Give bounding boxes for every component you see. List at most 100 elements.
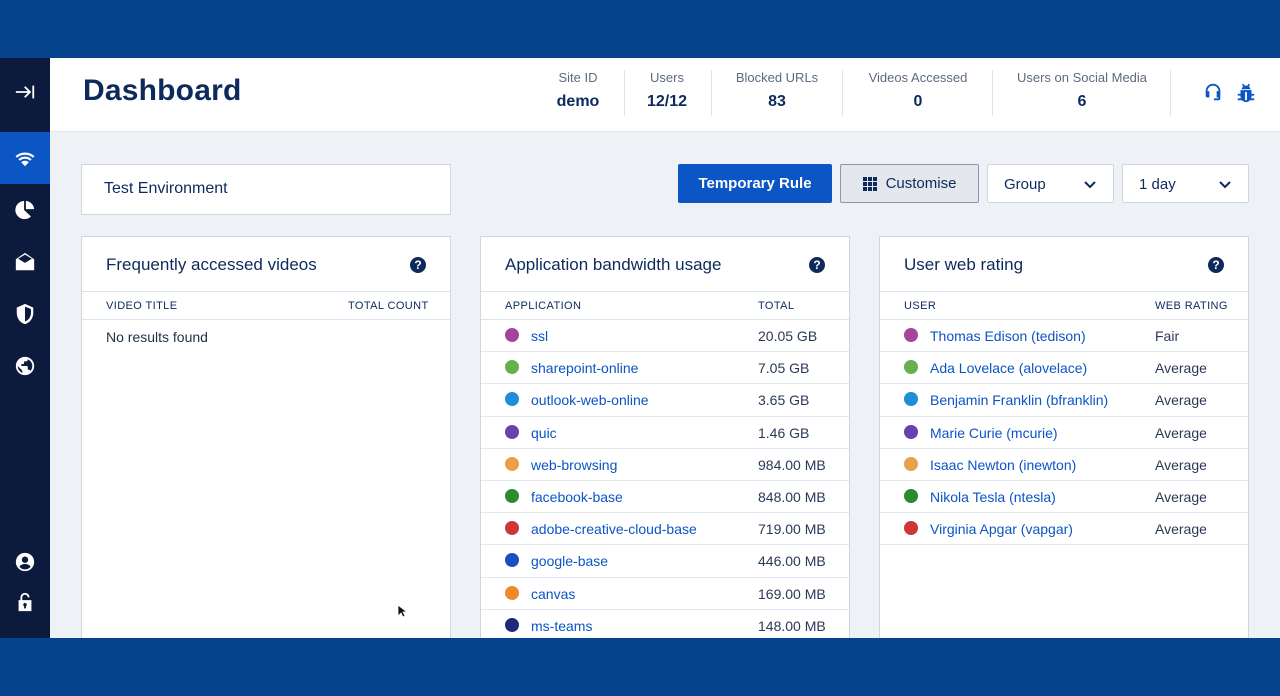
help-icon[interactable]: ? (809, 257, 825, 273)
sidebar-item-network[interactable] (0, 132, 50, 184)
web-rating-value: Average (1155, 521, 1207, 538)
series-dot (505, 617, 519, 632)
bandwidth-total: 446.00 MB (758, 553, 826, 570)
user-link[interactable]: Ada Lovelace (alovelace) (930, 360, 1087, 376)
stat-divider (711, 70, 712, 116)
application-link[interactable]: google-base (531, 553, 608, 569)
bandwidth-total: 7.05 GB (758, 360, 810, 377)
bandwidth-total: 1.46 GB (758, 424, 810, 441)
column-header-application[interactable]: APPLICATION (505, 300, 581, 312)
column-header-web-rating[interactable]: WEB RATING (1155, 300, 1228, 312)
bandwidth-total: 984.00 MB (758, 456, 826, 473)
bug-icon (1237, 83, 1255, 103)
sidebar-item-mail[interactable] (0, 236, 50, 288)
sidebar-item-reports[interactable] (0, 184, 50, 236)
temporary-rule-button[interactable]: Temporary Rule (678, 164, 832, 203)
series-dot (505, 424, 519, 439)
user-link[interactable]: Isaac Newton (inewton) (930, 457, 1076, 473)
table-row: ms-teams 148.00 MB (481, 610, 849, 638)
shield-icon (16, 303, 34, 325)
series-dot (904, 328, 918, 342)
sidebar-item-security[interactable] (0, 288, 50, 340)
application-link[interactable]: canvas (531, 586, 575, 602)
user-link[interactable]: Benjamin Franklin (bfranklin) (930, 392, 1108, 408)
group-dropdown-label: Group (1004, 176, 1046, 193)
pie-chart-icon (15, 200, 35, 220)
globe-icon (15, 356, 35, 376)
stat-label: Users on Social Media (1016, 70, 1148, 85)
user-link[interactable]: Marie Curie (mcurie) (930, 425, 1058, 441)
sidebar-item-web[interactable] (0, 340, 50, 392)
application-link[interactable]: outlook-web-online (531, 392, 649, 408)
web-rating-value: Average (1155, 424, 1207, 441)
bandwidth-total: 169.00 MB (758, 585, 826, 602)
bandwidth-total: 148.00 MB (758, 617, 826, 634)
user-link[interactable]: Thomas Edison (tedison) (930, 328, 1086, 344)
table-row: Nikola Tesla (ntesla) Average (880, 481, 1248, 514)
application-link[interactable]: adobe-creative-cloud-base (531, 521, 697, 537)
stat-label: Site ID (558, 70, 598, 85)
group-dropdown[interactable]: Group (987, 164, 1114, 203)
stat-videos-accessed: Videos Accessed 0 (856, 58, 980, 132)
page-title: Dashboard (83, 74, 242, 107)
user-link[interactable]: Nikola Tesla (ntesla) (930, 489, 1056, 505)
series-dot (505, 553, 519, 568)
bandwidth-total: 848.00 MB (758, 488, 826, 505)
table-row: google-base 446.00 MB (481, 545, 849, 578)
customise-button[interactable]: Customise (840, 164, 979, 203)
grid-icon (862, 176, 877, 191)
app-window: Dashboard Site ID demo Users 12/12 Block… (0, 58, 1280, 638)
web-rating-value: Average (1155, 392, 1207, 409)
bandwidth-total: 3.65 GB (758, 392, 810, 409)
table-row: Virginia Apgar (vapgar) Average (880, 513, 1248, 546)
table-header: APPLICATION TOTAL (481, 291, 849, 320)
table-row: Thomas Edison (tedison) Fair (880, 320, 1248, 353)
table-row: facebook-base 848.00 MB (481, 481, 849, 514)
stat-users: Users 12/12 (632, 58, 702, 132)
support-button[interactable] (1201, 80, 1225, 104)
web-rating-value: Average (1155, 488, 1207, 505)
series-dot (904, 488, 918, 503)
stat-value: demo (556, 93, 600, 110)
environment-selector[interactable]: Test Environment (81, 164, 451, 215)
table-header: USER WEB RATING (880, 291, 1248, 320)
user-link[interactable]: Virginia Apgar (vapgar) (930, 521, 1073, 537)
series-dot (505, 521, 519, 536)
application-link[interactable]: ssl (531, 328, 548, 344)
series-dot (904, 424, 918, 439)
sidebar-item-lock[interactable] (0, 576, 50, 628)
stat-label: Users (650, 70, 684, 85)
web-rating-value: Average (1155, 360, 1207, 377)
table-header: VIDEO TITLE TOTAL COUNT (82, 291, 450, 320)
stat-social-media: Users on Social Media 6 (1004, 58, 1160, 132)
application-link[interactable]: web-browsing (531, 457, 617, 473)
period-dropdown[interactable]: 1 day (1122, 164, 1249, 203)
table-row: Marie Curie (mcurie) Average (880, 417, 1248, 449)
application-link[interactable]: sharepoint-online (531, 360, 638, 376)
stat-value: 83 (768, 93, 786, 110)
application-link[interactable]: ms-teams (531, 618, 592, 634)
column-header-user[interactable]: USER (904, 300, 936, 312)
column-header-total[interactable]: TOTAL (758, 300, 794, 312)
application-link[interactable]: facebook-base (531, 489, 623, 505)
help-icon[interactable]: ? (410, 257, 426, 273)
application-link[interactable]: quic (531, 425, 557, 441)
expand-icon (15, 85, 35, 99)
table-row: Benjamin Franklin (bfranklin) Average (880, 384, 1248, 417)
help-icon[interactable]: ? (1208, 257, 1224, 273)
empty-state-message: No results found (106, 329, 208, 345)
stat-value: 6 (1077, 93, 1087, 110)
table-row: ssl 20.05 GB (481, 320, 849, 353)
web-rating-value: Average (1155, 456, 1207, 473)
videos-panel: Frequently accessed videos ? VIDEO TITLE… (81, 236, 451, 638)
table-row: adobe-creative-cloud-base 719.00 MB (481, 513, 849, 546)
series-dot (505, 488, 519, 503)
column-header-video-title[interactable]: VIDEO TITLE (106, 300, 177, 312)
column-header-total-count[interactable]: TOTAL COUNT (348, 300, 429, 312)
series-dot (904, 360, 918, 375)
chevron-down-icon (1083, 177, 1097, 191)
panel-title: User web rating (904, 255, 1024, 274)
stat-site-id: Site ID demo (540, 58, 616, 132)
report-bug-button[interactable] (1234, 80, 1258, 104)
expand-sidebar-button[interactable] (0, 66, 50, 118)
